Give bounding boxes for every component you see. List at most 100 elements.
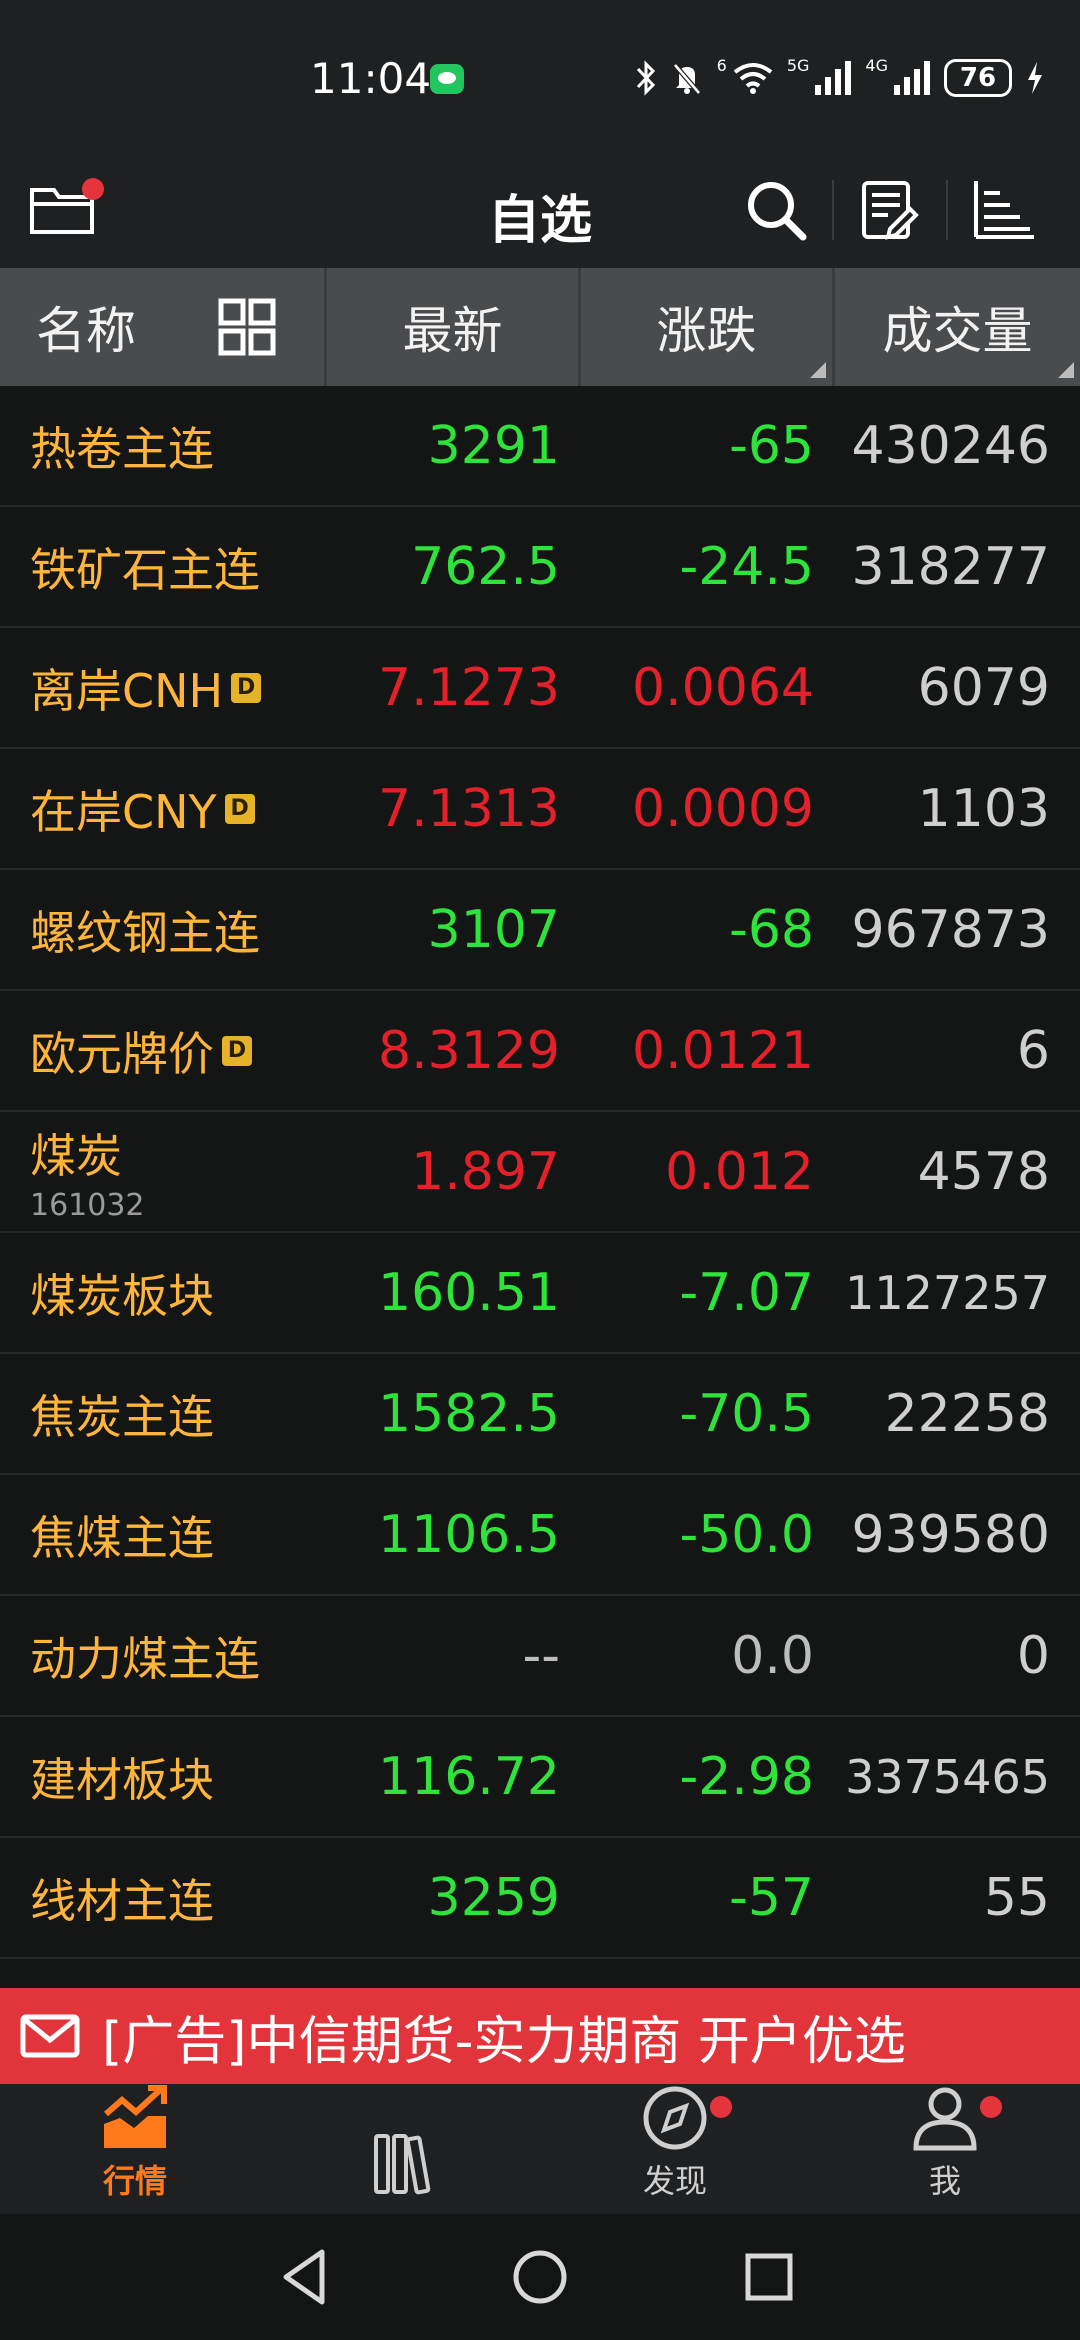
price-change: -50.0	[679, 1504, 814, 1565]
notification-dot	[710, 2096, 732, 2118]
grid-view-icon[interactable]	[218, 298, 276, 356]
wifi-tag: 6	[716, 56, 727, 75]
column-volume-label: 成交量	[882, 302, 1033, 360]
price-change: 0.0121	[632, 1020, 814, 1081]
latest-price: 7.1273	[378, 657, 560, 718]
column-header: 名称 最新 涨跌 成交量	[0, 268, 1080, 386]
edit-list-icon	[862, 181, 919, 240]
price-change: -65	[729, 415, 814, 476]
quote-code: 161032	[30, 1188, 145, 1223]
quote-row[interactable]: 煤炭板块 160.51 -7.07 1127257	[0, 1233, 1080, 1354]
search-button[interactable]	[720, 168, 832, 252]
quote-row[interactable]: 欧元牌价 D 8.3129 0.0121 6	[0, 991, 1080, 1112]
mute-bell-icon	[672, 63, 701, 95]
quote-row[interactable]: 在岸CNY D 7.1313 0.0009 1103	[0, 749, 1080, 870]
volume: 1103	[917, 778, 1050, 839]
quote-name: 热卷主连	[30, 421, 214, 476]
price-change: -2.98	[679, 1746, 814, 1807]
latest-price: 762.5	[411, 536, 560, 597]
quote-name-cell: 动力煤主连	[0, 1623, 324, 1689]
volume: 430246	[851, 415, 1050, 476]
quote-name-cell: 焦炭主连	[0, 1381, 324, 1447]
price-change: -68	[729, 899, 814, 960]
status-icons: 6 5G 4G 76	[635, 56, 1044, 100]
tab-me[interactable]: 我	[810, 2084, 1080, 2214]
quote-name-cell: 建材板块	[0, 1744, 324, 1810]
title-bar: 自选	[0, 150, 1080, 268]
network-tag-4g: 4G	[865, 56, 888, 75]
quote-name: 在岸CNY	[30, 784, 217, 839]
latest-price: 7.1313	[378, 778, 560, 839]
quote-name: 煤炭	[30, 1129, 122, 1183]
wifi-icon	[733, 63, 773, 94]
quote-row[interactable]: 线材主连 3259 -57 55	[0, 1838, 1080, 1959]
latest-price: 3107	[427, 899, 560, 960]
volume: 4578	[917, 1141, 1050, 1202]
price-change: 0.0009	[632, 778, 814, 839]
signal-4g-icon	[894, 61, 930, 95]
tab-market[interactable]: 行情	[0, 2084, 270, 2214]
bottom-tab-bar: 行情 发现 我	[0, 2084, 1080, 2214]
price-change: -7.07	[679, 1262, 814, 1323]
quote-name: 建材板块	[30, 1752, 214, 1807]
quote-name-cell: 螺纹钢主连	[0, 897, 324, 963]
watchlist: 热卷主连 3291 -65 430246 铁矿石主连 762.5 -24.5 318277 离岸…	[0, 386, 1080, 1959]
price-change: 0.012	[665, 1141, 814, 1202]
sort-indicator-icon	[1058, 362, 1074, 378]
column-latest[interactable]: 最新	[324, 268, 578, 386]
quote-row[interactable]: 焦炭主连 1582.5 -70.5 22258	[0, 1354, 1080, 1475]
latest-price: 116.72	[378, 1746, 560, 1807]
tab-library[interactable]	[270, 2084, 540, 2214]
volume: 6	[1016, 1020, 1050, 1081]
battery-level: 76	[944, 59, 1012, 97]
quote-row[interactable]: 煤炭 161032 1.897 0.012 4578	[0, 1112, 1080, 1233]
quote-name: 离岸CNH	[30, 663, 224, 718]
home-icon[interactable]	[505, 2242, 575, 2312]
quote-row[interactable]: 热卷主连 3291 -65 430246	[0, 386, 1080, 507]
volume: 1127257	[845, 1265, 1050, 1320]
bar-list-icon	[974, 181, 1034, 239]
delayed-badge: D	[222, 1035, 252, 1066]
tab-label: 发现	[642, 2162, 707, 2200]
volume: 55	[983, 1867, 1050, 1928]
quote-row[interactable]: 铁矿石主连 762.5 -24.5 318277	[0, 507, 1080, 628]
search-icon	[748, 182, 807, 241]
column-name[interactable]: 名称	[0, 268, 324, 386]
market-chart-icon	[104, 2085, 167, 2148]
volume: 939580	[851, 1504, 1050, 1565]
system-nav-bar	[0, 2214, 1080, 2340]
mail-icon	[20, 2014, 80, 2058]
delayed-badge: D	[231, 672, 262, 703]
column-change[interactable]: 涨跌	[578, 268, 832, 386]
price-change: 0.0064	[632, 657, 814, 718]
sort-options-button[interactable]	[948, 168, 1060, 252]
quote-name: 煤炭板块	[30, 1268, 214, 1323]
price-change: 0.0	[731, 1625, 814, 1686]
signal-5g-icon	[815, 61, 852, 95]
compass-icon	[643, 2086, 707, 2150]
volume: 3375465	[845, 1749, 1050, 1804]
quote-name-cell: 煤炭 161032	[0, 1120, 324, 1223]
edit-list-button[interactable]	[834, 168, 946, 252]
quote-row[interactable]: 动力煤主连 -- 0.0 0	[0, 1596, 1080, 1717]
ad-banner[interactable]: [广告]中信期货-实力期商 开户优选	[0, 1988, 1080, 2084]
tab-discover[interactable]: 发现	[540, 2084, 810, 2214]
bluetooth-icon	[636, 60, 655, 96]
latest-price: 8.3129	[378, 1020, 560, 1081]
quote-name: 铁矿石主连	[30, 542, 260, 597]
quote-name-cell: 线材主连	[0, 1865, 324, 1931]
quote-name: 线材主连	[30, 1873, 214, 1928]
column-volume[interactable]: 成交量	[832, 268, 1080, 386]
tab-label: 我	[928, 2162, 961, 2200]
ad-text: [广告]中信期货-实力期商 开户优选	[102, 2011, 906, 2072]
quote-row[interactable]: 离岸CNH D 7.1273 0.0064 6079	[0, 628, 1080, 749]
books-icon	[374, 2134, 431, 2195]
quote-name-cell: 煤炭板块	[0, 1260, 324, 1326]
quote-row[interactable]: 螺纹钢主连 3107 -68 967873	[0, 870, 1080, 991]
quote-row[interactable]: 建材板块 116.72 -2.98 3375465	[0, 1717, 1080, 1838]
quote-row[interactable]: 焦煤主连 1106.5 -50.0 939580	[0, 1475, 1080, 1596]
quote-name-cell: 离岸CNH D	[0, 655, 324, 721]
status-time: 11:04	[310, 54, 432, 103]
back-icon[interactable]	[272, 2242, 342, 2312]
recents-icon[interactable]	[734, 2242, 804, 2312]
